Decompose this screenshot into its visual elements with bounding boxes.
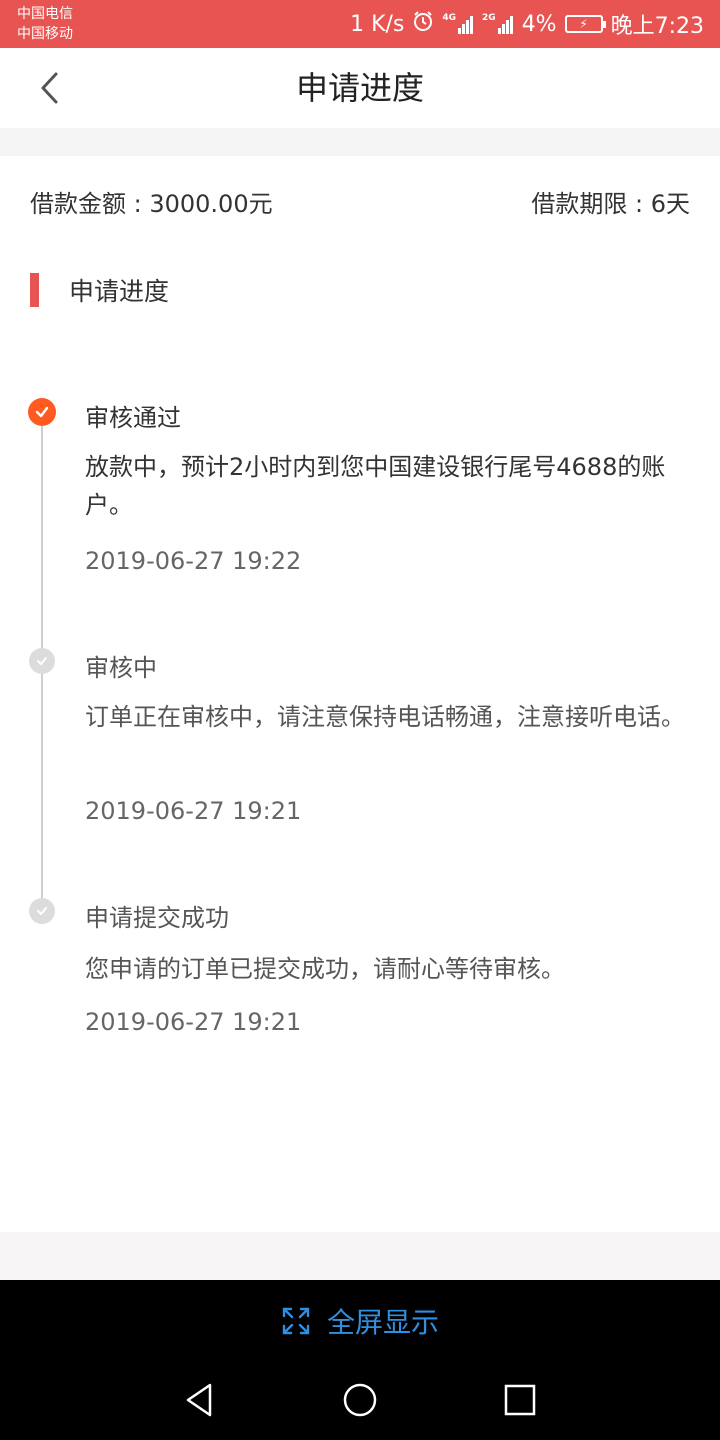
back-button[interactable] (30, 66, 74, 110)
carrier-2: 中国移动 (17, 26, 73, 42)
system-nav-bar (0, 1362, 720, 1440)
check-active-icon (28, 398, 56, 426)
battery-charging-icon: ⚡ (564, 15, 606, 33)
loan-summary: 借款金额 : 3000.00元 借款期限 : 6天 (0, 178, 720, 222)
step-description: 订单正在审核中，请注意保持电话畅通，注意接听电话。 (85, 703, 685, 731)
bottom-band (0, 1232, 720, 1280)
nav-back-button[interactable] (180, 1380, 220, 1420)
clock: 晚上7:23 (610, 14, 704, 39)
step-time: 2019-06-27 19:21 (85, 1008, 302, 1036)
step-title: 申请提交成功 (85, 904, 229, 932)
carrier-info: 中国电信 中国移动 (17, 4, 73, 44)
step-description: 您申请的订单已提交成功，请耐心等待审核。 (85, 955, 565, 983)
status-bar: 中国电信 中国移动 1 K/s 4G 2G 4% ⚡ 晚上7:23 (0, 0, 720, 48)
step-time: 2019-06-27 19:21 (85, 797, 302, 825)
step-time: 2019-06-27 19:22 (85, 547, 302, 575)
loan-amount: 借款金额 : 3000.00元 (30, 190, 273, 218)
step-title: 审核中 (85, 654, 157, 682)
divider-band (0, 128, 720, 156)
section-header: 申请进度 (30, 272, 169, 308)
check-done-icon (29, 898, 55, 924)
step-title: 审核通过 (85, 404, 181, 432)
circle-home-icon (343, 1383, 377, 1417)
square-recents-icon (504, 1384, 536, 1416)
fullscreen-label: 全屏显示 (326, 1306, 439, 1339)
loan-term: 借款期限 : 6天 (531, 190, 690, 218)
battery-level: 4% (521, 11, 557, 37)
signal-4g-icon: 4G (442, 14, 474, 34)
fullscreen-button[interactable]: 全屏显示 (0, 1280, 720, 1362)
network-speed: 1 K/s (350, 11, 405, 37)
page-title: 申请进度 (295, 69, 424, 107)
step-description: 放款中，预计2小时内到您中国建设银行尾号4688的账户。 (85, 453, 666, 519)
signal-2g-icon: 2G (482, 14, 514, 34)
title-bar: 申请进度 (0, 48, 720, 128)
nav-home-button[interactable] (340, 1380, 380, 1420)
nav-recents-button[interactable] (500, 1380, 540, 1420)
carrier-1: 中国电信 (17, 6, 73, 22)
triangle-back-icon (186, 1383, 212, 1417)
check-done-icon (29, 648, 55, 674)
status-icons: 1 K/s 4G 2G 4% ⚡ 晚上7:23 (342, 8, 704, 40)
alarm-icon (412, 10, 434, 38)
back-arrow-icon (41, 72, 58, 104)
expand-icon (282, 1307, 310, 1335)
section-title: 申请进度 (69, 277, 170, 306)
section-accent-bar (30, 273, 39, 307)
